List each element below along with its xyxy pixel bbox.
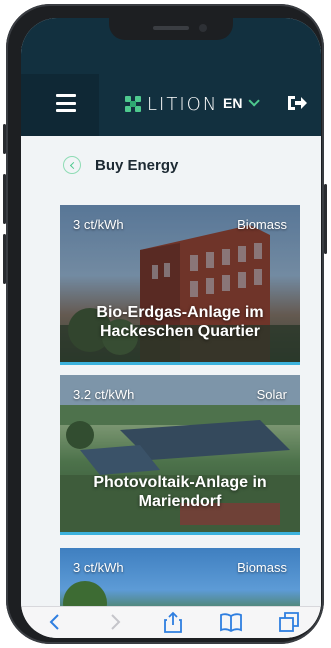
card-energy-type: Solar bbox=[256, 387, 287, 402]
card-price: 3.2 ct/kWh bbox=[73, 387, 135, 402]
volume-up-button bbox=[3, 174, 6, 224]
plant-image bbox=[60, 548, 300, 606]
card-energy-type: Biomass bbox=[237, 560, 287, 575]
card-plant-name: Photovoltaik-Anlage in Mariendorf bbox=[93, 474, 267, 510]
page-title: Buy Energy bbox=[95, 156, 179, 174]
notch bbox=[109, 18, 233, 40]
screen: LITION EN Buy Energy 3 ct/kWh Biomass Bi… bbox=[21, 18, 321, 638]
page-header: Buy Energy bbox=[63, 156, 178, 174]
main-content: Buy Energy 3 ct/kWh Biomass Bio-Erdgas-A… bbox=[21, 136, 321, 606]
front-camera bbox=[199, 24, 207, 32]
card-energy-type: Biomass bbox=[237, 217, 287, 232]
hamburger-line bbox=[56, 101, 76, 105]
lition-logo-icon bbox=[125, 96, 141, 112]
tabs-icon[interactable] bbox=[277, 611, 301, 633]
logout-icon[interactable] bbox=[286, 94, 308, 112]
chevron-left-icon bbox=[69, 161, 77, 169]
back-icon[interactable] bbox=[43, 611, 67, 633]
card-price: 3 ct/kWh bbox=[73, 217, 124, 232]
energy-plant-card[interactable]: 3 ct/kWh Biomass bbox=[60, 548, 300, 606]
mute-switch bbox=[3, 124, 6, 154]
phone-frame: LITION EN Buy Energy 3 ct/kWh Biomass Bi… bbox=[3, 4, 327, 644]
card-price: 3 ct/kWh bbox=[73, 560, 124, 575]
menu-button[interactable] bbox=[56, 94, 76, 112]
language-label: EN bbox=[223, 95, 243, 111]
bookmarks-icon[interactable] bbox=[219, 611, 243, 633]
card-plant-name: Bio-Erdgas-Anlage im Hackeschen Quartier bbox=[96, 304, 264, 340]
volume-down-button bbox=[3, 234, 6, 284]
chevron-down-icon bbox=[248, 95, 261, 107]
hamburger-line bbox=[56, 109, 76, 112]
app-logo: LITION bbox=[124, 93, 218, 115]
forward-icon[interactable] bbox=[103, 611, 127, 633]
speaker bbox=[153, 26, 189, 30]
hamburger-icon bbox=[56, 94, 76, 97]
app-name: LITION bbox=[147, 93, 219, 115]
energy-plant-card[interactable]: 3 ct/kWh Biomass Bio-Erdgas-Anlage im Ha… bbox=[60, 205, 300, 365]
browser-toolbar bbox=[21, 606, 321, 638]
plant-photo-art bbox=[63, 581, 107, 606]
language-selector[interactable]: EN bbox=[223, 95, 261, 111]
share-icon[interactable] bbox=[161, 611, 185, 633]
back-button[interactable] bbox=[63, 156, 81, 174]
power-button bbox=[324, 184, 327, 254]
energy-plant-card[interactable]: 3.2 ct/kWh Solar Photovoltaik-Anlage in … bbox=[60, 375, 300, 535]
